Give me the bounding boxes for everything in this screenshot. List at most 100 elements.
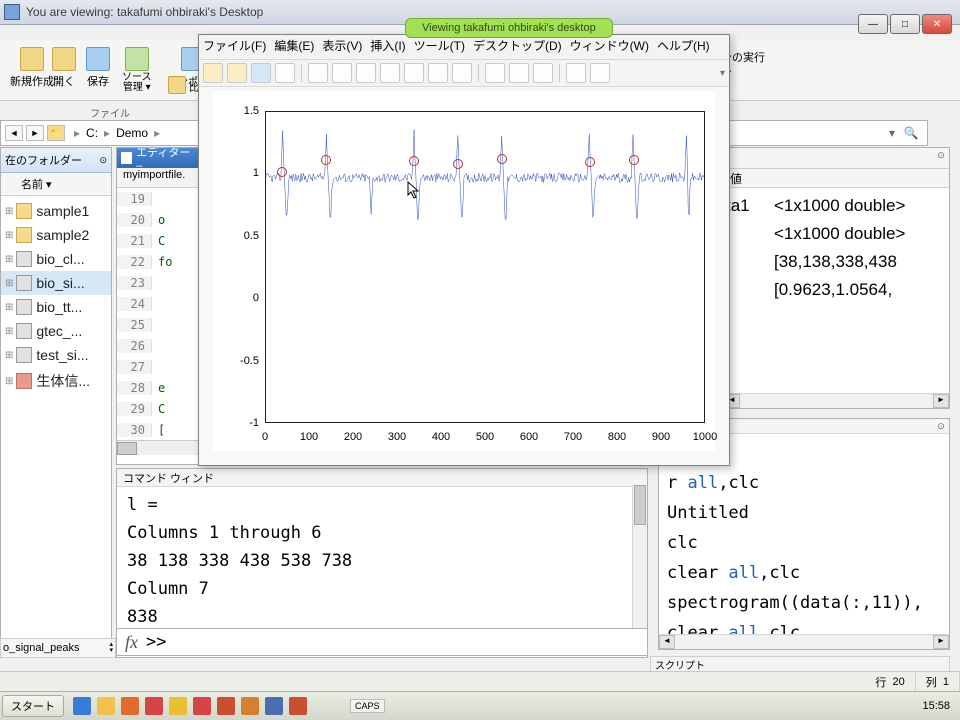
figure-menu-item[interactable]: 挿入(I): [370, 39, 405, 53]
taskbar[interactable]: スタート CAPS 15:58: [0, 691, 960, 720]
datatip-icon[interactable]: [428, 63, 448, 83]
workspace-row[interactable]: <1x1000 double>: [726, 220, 947, 248]
figure-menubar[interactable]: ファイル(F) 編集(E) 表示(V) 挿入(I) ツール(T) デスクトップ(D) ウィン…: [199, 35, 729, 60]
figure-axes-area[interactable]: 1.510.50-0.5-1 0100200300400500600700800…: [213, 91, 715, 451]
editor-line[interactable]: 23: [117, 272, 199, 293]
command-vscroll[interactable]: [632, 485, 647, 643]
figure-window[interactable]: ファイル(F) 編集(E) 表示(V) 挿入(I) ツール(T) デスクトップ(D) ウィン…: [198, 34, 730, 466]
workspace-row[interactable]: ta1<1x1000 double>: [726, 192, 947, 220]
maximize-button[interactable]: □: [890, 14, 920, 34]
new-fig-icon[interactable]: [203, 63, 223, 83]
open-button[interactable]: 開く: [46, 45, 82, 91]
figure-menu-item[interactable]: ファイル(F): [203, 39, 266, 53]
axes[interactable]: [265, 111, 705, 423]
file-row[interactable]: ⊞bio_tt...: [1, 295, 111, 319]
zoom-out-icon[interactable]: [356, 63, 376, 83]
editor-line[interactable]: 25: [117, 314, 199, 335]
taskbar-app2-icon[interactable]: [145, 697, 163, 715]
taskbar-app3-icon[interactable]: [169, 697, 187, 715]
figure-menu-item[interactable]: ツール(T): [414, 39, 465, 53]
scroll-right-icon[interactable]: ►: [933, 394, 949, 408]
up-down-icon[interactable]: ▴▾: [109, 642, 113, 654]
figure-menu-overflow-icon[interactable]: ▾: [720, 68, 725, 79]
editor-line[interactable]: 29C: [117, 398, 199, 419]
nav-back-icon[interactable]: ◄: [5, 125, 23, 141]
editor-line[interactable]: 26: [117, 335, 199, 356]
history-hscroll[interactable]: ◄ ►: [659, 634, 949, 649]
folder-name-column[interactable]: 名前 ▾: [1, 173, 111, 196]
file-row[interactable]: ⊞sample2: [1, 223, 111, 247]
close-button[interactable]: ✕: [922, 14, 952, 34]
taskbar-chrome-icon[interactable]: [193, 697, 211, 715]
open-fig-icon[interactable]: [227, 63, 247, 83]
editor-line[interactable]: 22fo: [117, 251, 199, 272]
history-item[interactable]: clc: [667, 528, 941, 558]
taskbar-app1-icon[interactable]: [121, 697, 139, 715]
search-icon[interactable]: 🔍: [899, 126, 923, 140]
editor-hscroll[interactable]: [117, 440, 199, 455]
figure-menu-item[interactable]: デスクトップ(D): [473, 39, 562, 53]
editor-line[interactable]: 27: [117, 356, 199, 377]
zoom-in-icon[interactable]: [332, 63, 352, 83]
expand-icon[interactable]: ⊞: [5, 206, 13, 217]
editor-line[interactable]: 28e: [117, 377, 199, 398]
expand-icon[interactable]: ⊞: [5, 350, 13, 361]
taskbar-fig-icon[interactable]: [289, 697, 307, 715]
figure-menu-item[interactable]: 編集(E): [274, 39, 314, 53]
file-row[interactable]: ⊞生体信...: [1, 367, 111, 395]
editor-line[interactable]: 19: [117, 188, 199, 209]
brush-icon[interactable]: [452, 63, 472, 83]
source-control-button[interactable]: ソース 管理 ▾: [116, 45, 158, 95]
editor-line[interactable]: 20o: [117, 209, 199, 230]
file-row[interactable]: ⊞sample1: [1, 199, 111, 223]
breadcrumb-folder[interactable]: Demo: [116, 126, 148, 140]
history-item[interactable]: clear all,clc: [667, 558, 941, 588]
file-row[interactable]: ⊞bio_cl...: [1, 247, 111, 271]
save-button[interactable]: 保存: [80, 45, 116, 91]
fx-icon[interactable]: fx: [117, 632, 146, 653]
save-fig-icon[interactable]: [251, 63, 271, 83]
figure-menu-item[interactable]: 表示(V): [322, 39, 362, 53]
workspace-row[interactable]: [38,138,338,438: [726, 248, 947, 276]
breadcrumb-drive[interactable]: C:: [86, 126, 98, 140]
workspace-value-col[interactable]: 値: [724, 169, 949, 188]
taskbar-explorer-icon[interactable]: [97, 697, 115, 715]
figure-menu-item[interactable]: ウィンドウ(W): [570, 39, 649, 53]
folder-menu-icon[interactable]: ⊙: [99, 155, 107, 166]
history-item[interactable]: Untitled: [667, 498, 941, 528]
expand-icon[interactable]: ⊞: [5, 278, 13, 289]
history-item[interactable]: spectrogram((data(:,11)),: [667, 588, 941, 618]
editor-line[interactable]: 24: [117, 293, 199, 314]
workspace-hscroll[interactable]: ◄ ►: [724, 393, 949, 408]
taskbar-matlab-icon[interactable]: [217, 697, 235, 715]
minimize-button[interactable]: —: [858, 14, 888, 34]
pan-icon[interactable]: [380, 63, 400, 83]
taskbar-ie-icon[interactable]: [73, 697, 91, 715]
expand-icon[interactable]: ⊞: [5, 376, 13, 387]
command-input-row[interactable]: fx >>: [116, 628, 648, 656]
expand-icon[interactable]: ⊞: [5, 302, 13, 313]
taskbar-app4-icon[interactable]: [265, 697, 283, 715]
figure-menu-item[interactable]: ヘルプ(H): [657, 39, 710, 53]
editor-line[interactable]: 21C: [117, 230, 199, 251]
expand-icon[interactable]: ⊞: [5, 230, 13, 241]
start-button[interactable]: スタート: [2, 695, 64, 717]
print-icon[interactable]: [275, 63, 295, 83]
workspace-menu-icon[interactable]: ⊙: [935, 150, 947, 162]
file-row[interactable]: ⊞bio_si...: [1, 271, 111, 295]
history-item[interactable]: r all,clc: [667, 468, 941, 498]
link-icon[interactable]: [485, 63, 505, 83]
nav-up-icon[interactable]: 📁: [47, 125, 65, 141]
file-row[interactable]: ⊞test_si...: [1, 343, 111, 367]
breadcrumb-dropdown-icon[interactable]: ▾: [889, 126, 895, 140]
figure-toolbar[interactable]: ▾: [199, 60, 729, 87]
rotate-icon[interactable]: [404, 63, 424, 83]
expand-icon[interactable]: ⊞: [5, 254, 13, 265]
colorbar-icon[interactable]: [509, 63, 529, 83]
hide-tools-icon[interactable]: [566, 63, 586, 83]
workspace-row[interactable]: [0.9623,1.0564,: [726, 276, 947, 304]
legend-icon[interactable]: [533, 63, 553, 83]
editor-line[interactable]: 30[: [117, 419, 199, 440]
file-row[interactable]: ⊞gtec_...: [1, 319, 111, 343]
dock-icon[interactable]: [590, 63, 610, 83]
